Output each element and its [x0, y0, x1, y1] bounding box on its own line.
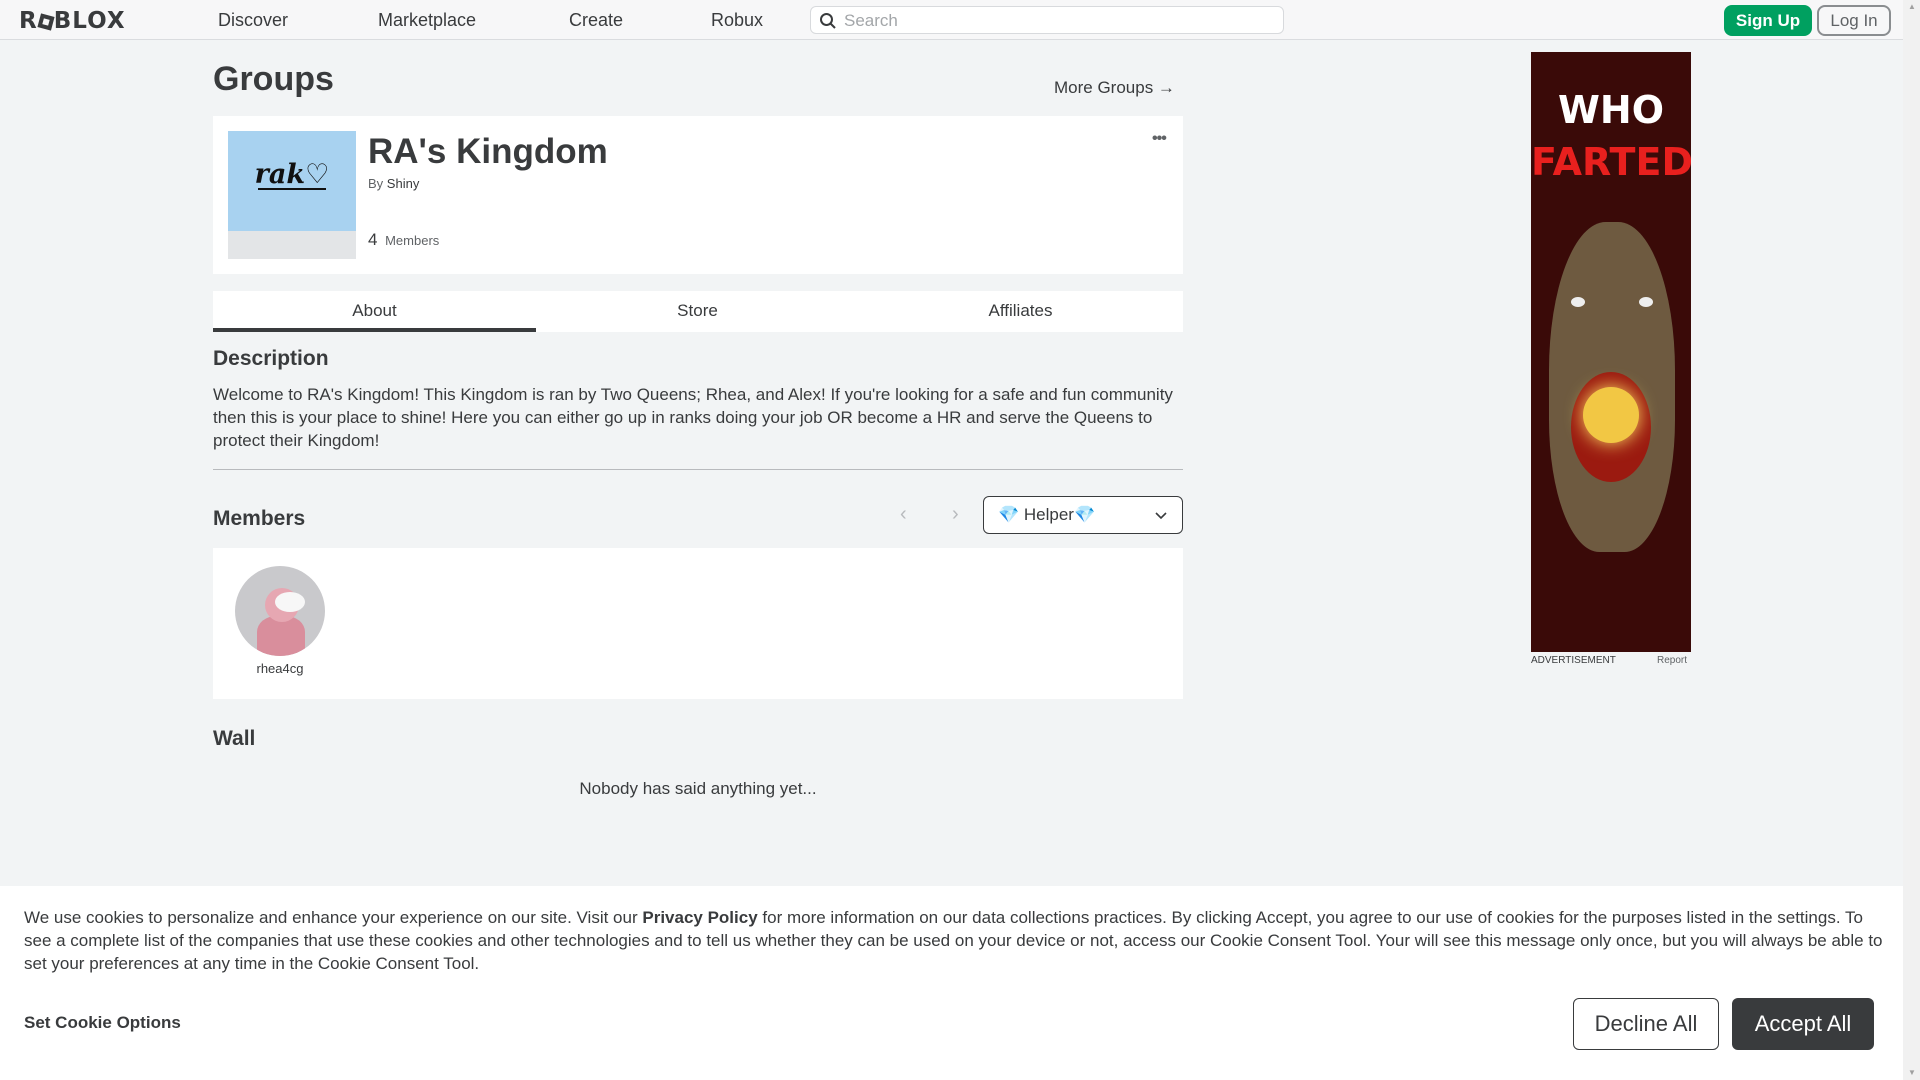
next-page-icon[interactable]: ›: [952, 503, 959, 526]
scroll-down-icon[interactable]: ▼: [1908, 1068, 1916, 1077]
search-icon: [820, 13, 836, 29]
nav-create[interactable]: Create: [569, 10, 623, 31]
avatar-body: [257, 616, 305, 656]
decline-all-button[interactable]: Decline All: [1573, 998, 1719, 1050]
by-label: By: [368, 176, 384, 191]
avatar-accessory: [275, 592, 305, 612]
member-count-value: 4: [368, 230, 378, 249]
group-tabs: About Store Affiliates: [213, 291, 1183, 332]
role-dropdown[interactable]: 💎 Helper💎: [983, 496, 1183, 534]
members-heading: Members: [213, 507, 306, 530]
ad-creature-eye: [1571, 297, 1585, 307]
nav-marketplace[interactable]: Marketplace: [378, 10, 476, 31]
search-input[interactable]: Search: [810, 6, 1284, 34]
tab-about[interactable]: About: [213, 291, 536, 332]
ad-headline-line2: FARTED: [1531, 140, 1691, 184]
tab-affiliates[interactable]: Affiliates: [859, 291, 1182, 332]
search-placeholder: Search: [844, 11, 898, 30]
group-owner-line: By Shiny: [368, 176, 419, 191]
advertisement-label: ADVERTISEMENT: [1531, 655, 1616, 666]
description-heading: Description: [213, 347, 329, 370]
avatar[interactable]: [235, 566, 325, 656]
tab-store[interactable]: Store: [536, 291, 859, 332]
chevron-down-icon: [1155, 512, 1167, 520]
group-description: Welcome to RA's Kingdom! This Kingdom is…: [213, 385, 1173, 450]
cookie-consent-banner: We use cookies to personalize and enhanc…: [0, 886, 1903, 1080]
set-cookie-options-link[interactable]: Set Cookie Options: [24, 1013, 181, 1033]
more-groups-link[interactable]: More Groups →: [1054, 78, 1175, 98]
accept-all-button[interactable]: Accept All: [1732, 998, 1874, 1050]
ad-glowing-orb: [1583, 387, 1639, 443]
group-header-card: rak♡ RA's Kingdom By Shiny 4 Members •••: [213, 116, 1183, 274]
member-count-label: Members: [385, 233, 440, 248]
scrollbar[interactable]: ▲ ▼: [1903, 0, 1920, 1080]
roblox-logo[interactable]: R BLOX: [19, 8, 126, 34]
group-member-count: 4 Members: [368, 230, 439, 250]
nav-robux[interactable]: Robux: [711, 10, 763, 31]
group-name: RA's Kingdom: [368, 132, 608, 171]
cookie-text-before: We use cookies to personalize and enhanc…: [24, 908, 643, 927]
top-navigation-bar: R BLOX Discover Marketplace Create Robux …: [0, 0, 1903, 40]
report-ad-link[interactable]: Report: [1657, 655, 1687, 666]
page-title: Groups: [213, 60, 334, 98]
group-emblem: rak♡: [228, 131, 356, 259]
wall-empty-message: Nobody has said anything yet...: [579, 779, 817, 798]
member-name[interactable]: rhea4cg: [225, 661, 335, 676]
nav-discover[interactable]: Discover: [218, 10, 288, 31]
cookie-message: We use cookies to personalize and enhanc…: [24, 906, 1884, 975]
ad-headline-line1: WHO: [1557, 88, 1665, 132]
section-divider: [213, 469, 1183, 470]
log-in-button[interactable]: Log In: [1817, 5, 1891, 36]
scroll-up-icon[interactable]: ▲: [1908, 2, 1916, 11]
group-emblem-text: rak♡: [254, 159, 330, 190]
role-dropdown-value: 💎 Helper💎: [998, 505, 1096, 524]
advertisement-banner[interactable]: WHO FARTED: [1531, 52, 1691, 652]
more-options-icon[interactable]: •••: [1152, 130, 1167, 148]
group-owner-link[interactable]: Shiny: [387, 176, 420, 191]
members-panel: rhea4cg: [213, 548, 1183, 699]
wall-heading: Wall: [213, 727, 256, 750]
previous-page-icon[interactable]: ‹: [900, 503, 907, 526]
ad-creature-eye: [1639, 297, 1653, 307]
privacy-policy-link[interactable]: Privacy Policy: [642, 908, 757, 927]
group-emblem-arrow: [258, 188, 326, 190]
sign-up-button[interactable]: Sign Up: [1724, 5, 1812, 36]
